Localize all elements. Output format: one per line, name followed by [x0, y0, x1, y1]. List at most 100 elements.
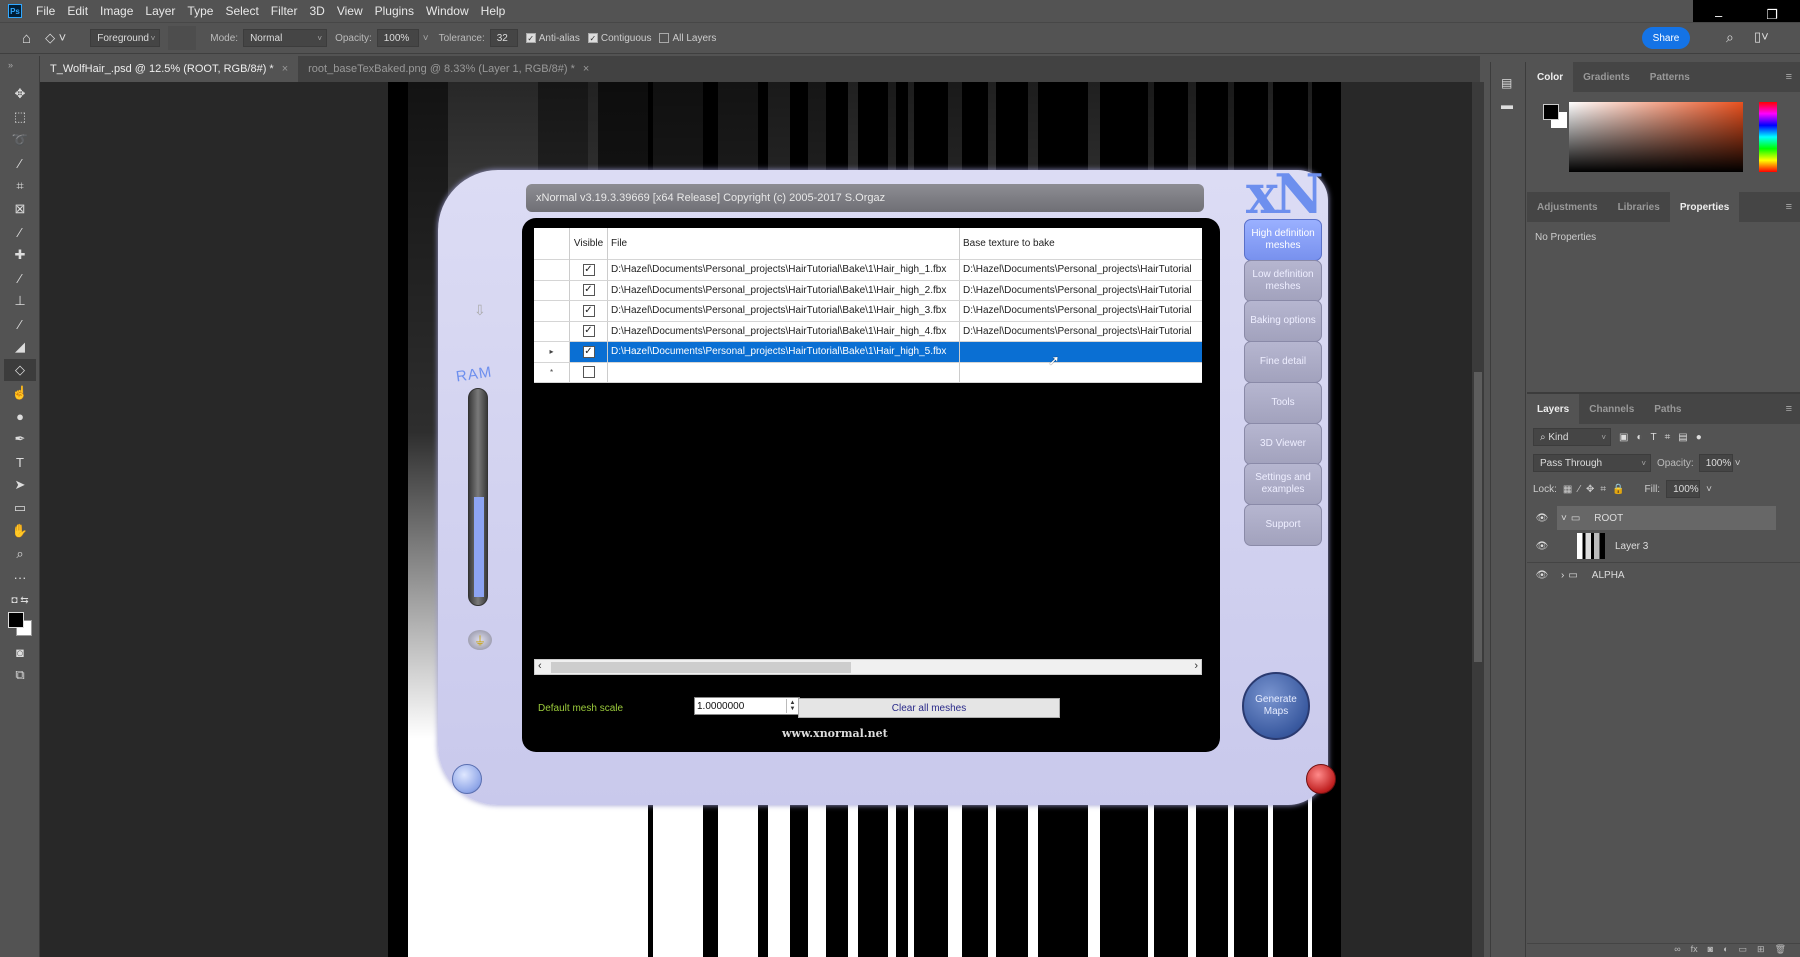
lock-artboard-icon[interactable]: ⌗ [1600, 484, 1606, 495]
visible-checkbox[interactable]: ✓ [582, 304, 595, 317]
menu-select[interactable]: Select [219, 4, 264, 18]
xn-nav-support[interactable]: Support [1244, 503, 1322, 546]
history-panel-icon[interactable]: ▤ [1501, 76, 1525, 90]
smudge-tool-icon[interactable]: ☝ [4, 382, 36, 404]
zoom-tool-icon[interactable]: ⌕ [4, 543, 36, 565]
generate-maps-button[interactable]: Generate Maps [1242, 672, 1310, 740]
xnormal-title-bar[interactable]: xNormal v3.19.3.39669 [x64 Release] Copy… [526, 184, 1204, 212]
eyedropper-tool-icon[interactable]: ⁄ [4, 221, 36, 243]
filter-shape-icon[interactable]: ⌗ [1665, 432, 1671, 443]
more-tools-icon[interactable]: ··· [4, 566, 36, 588]
brush-tool-icon[interactable]: ⁄ [4, 267, 36, 289]
default-mesh-scale-input[interactable]: 1.0000000 ▲ ▼ [694, 697, 800, 715]
filter-toggle-icon[interactable]: ● [1696, 432, 1702, 443]
type-tool-icon[interactable]: T [4, 451, 36, 473]
menu-window[interactable]: Window [420, 4, 475, 18]
lock-image-icon[interactable]: ⁄ [1578, 484, 1580, 495]
menu-edit[interactable]: Edit [61, 4, 94, 18]
close-tab-icon[interactable]: × [282, 63, 288, 75]
column-base-texture[interactable]: Base texture to bake [960, 228, 1202, 260]
pen-tool-icon[interactable]: ✒ [4, 428, 36, 450]
visible-checkbox[interactable]: ✓ [582, 263, 595, 276]
layer-row-layer-3[interactable]: 👁 Layer 3 [1527, 530, 1800, 562]
workspace-icon[interactable]: ▯˅ [1754, 29, 1769, 45]
menu-filter[interactable]: Filter [265, 4, 304, 18]
panel-menu-icon[interactable]: ≡ [1786, 192, 1792, 222]
tab-libraries[interactable]: Libraries [1608, 192, 1670, 222]
layer-opacity-input[interactable]: 100% [1698, 454, 1733, 472]
all-layers-checkbox[interactable] [659, 33, 670, 43]
mesh-row[interactable]: ▸ ✓ D:\Hazel\Documents\Personal_projects\H… [534, 342, 1202, 363]
download-arrow-icon[interactable]: ⇩ [474, 302, 486, 319]
comments-panel-icon[interactable]: ▬ [1501, 98, 1525, 112]
marquee-tool-icon[interactable]: ⬚ [4, 106, 36, 128]
close-ball-button[interactable] [1306, 764, 1336, 794]
file-cell[interactable]: D:\Hazel\Documents\Personal_projects\Hai… [608, 301, 960, 321]
menu-type[interactable]: Type [181, 4, 219, 18]
quick-mask-icon[interactable]: ◙ [4, 641, 36, 663]
tolerance-input[interactable]: 32 [489, 29, 518, 47]
base-texture-cell[interactable]: D:\Hazel\Documents\Personal_projects\Hai… [960, 260, 1202, 280]
mode-dropdown[interactable]: Normal ˅ [243, 29, 328, 47]
mesh-row[interactable]: ✓ D:\Hazel\Documents\Personal_projects\Ha… [534, 260, 1202, 281]
mesh-row[interactable]: ✓ D:\Hazel\Documents\Personal_projects\Ha… [534, 280, 1202, 301]
history-brush-tool-icon[interactable]: ⁄ [4, 313, 36, 335]
column-visible[interactable]: Visible [570, 228, 608, 260]
link-layers-icon[interactable]: ∞ [1674, 944, 1680, 957]
visible-checkbox[interactable]: ✓ [582, 325, 595, 338]
panel-menu-icon[interactable]: ≡ [1786, 62, 1792, 92]
mesh-row[interactable]: ✓ D:\Hazel\Documents\Personal_projects\Ha… [534, 301, 1202, 322]
visible-checkbox[interactable]: ✓ [582, 284, 595, 297]
filter-smart-object-icon[interactable]: ▤ [1678, 432, 1687, 443]
visibility-eye-icon[interactable]: 👁 [1527, 570, 1557, 581]
visible-checkbox[interactable]: ✓ [582, 345, 595, 358]
xn-nav-fine-detail[interactable]: Fine detail [1244, 341, 1322, 384]
opacity-input[interactable]: 100% [376, 29, 419, 47]
base-texture-cell[interactable] [960, 342, 1202, 362]
screen-mode-icon[interactable]: ⧉ [4, 664, 36, 686]
plugin-icon[interactable]: ⏚ [468, 630, 492, 650]
doc-tab-basetexbaked[interactable]: root_baseTexBaked.png @ 8.33% (Layer 1, … [298, 56, 599, 82]
menu-3d[interactable]: 3D [303, 4, 330, 18]
fill-source-dropdown[interactable]: Foreground ˅ [90, 29, 161, 47]
row-header[interactable] [534, 260, 570, 280]
tab-properties[interactable]: Properties [1669, 192, 1740, 222]
xnormal-url[interactable]: www.xnormal.net [782, 727, 888, 740]
filter-type-icon[interactable]: T [1651, 432, 1657, 443]
layer-row-root[interactable]: 👁 ˅ ▭ ROOT [1527, 506, 1800, 530]
menu-plugins[interactable]: Plugins [369, 4, 420, 18]
new-layer-icon[interactable]: ⊞ [1757, 944, 1765, 957]
tab-patterns[interactable]: Patterns [1640, 62, 1700, 92]
magic-wand-tool-icon[interactable]: ⁄ [4, 152, 36, 174]
menu-file[interactable]: File [30, 4, 61, 18]
contiguous-checkbox[interactable]: ✓ [587, 33, 598, 43]
share-button[interactable]: Share [1642, 27, 1690, 49]
close-tab-icon[interactable]: × [583, 63, 589, 75]
xn-nav-3d-viewer[interactable]: 3D Viewer [1244, 422, 1322, 465]
xn-nav-tools[interactable]: Tools [1244, 381, 1322, 424]
column-file[interactable]: File [608, 228, 960, 260]
lasso-tool-icon[interactable]: ➰ [4, 129, 36, 151]
adjustment-layer-icon[interactable]: ◐ [1723, 944, 1728, 957]
mesh-row[interactable]: * [534, 362, 1202, 383]
delete-layer-icon[interactable]: 🗑 [1775, 944, 1786, 957]
move-tool-icon[interactable]: ✥ [4, 83, 36, 105]
collapse-chevron-icon[interactable]: ˅ [1561, 513, 1567, 524]
visibility-eye-icon[interactable]: 👁 [1527, 513, 1557, 524]
layer-row-alpha[interactable]: 👁 › ▭ ALPHA [1527, 562, 1800, 588]
fill-input[interactable]: 100% [1666, 480, 1701, 498]
scroll-right-icon[interactable]: › [1194, 660, 1198, 672]
tab-channels[interactable]: Channels [1579, 394, 1644, 424]
minimize-button[interactable]: – [1715, 8, 1722, 23]
hue-slider[interactable] [1759, 102, 1777, 172]
row-header[interactable]: * [534, 362, 570, 382]
filter-adjustment-icon[interactable]: ◐ [1636, 432, 1642, 443]
file-cell[interactable]: D:\Hazel\Documents\Personal_projects\Hai… [608, 321, 960, 341]
anti-alias-checkbox[interactable]: ✓ [525, 33, 536, 43]
frame-tool-icon[interactable]: ⊠ [4, 198, 36, 220]
menu-layer[interactable]: Layer [139, 4, 181, 18]
scrollbar-thumb[interactable] [1474, 372, 1482, 662]
color-field[interactable] [1569, 102, 1743, 172]
panel-menu-icon[interactable]: ≡ [1786, 394, 1792, 424]
expand-toolbar-icon[interactable]: » [0, 56, 39, 82]
